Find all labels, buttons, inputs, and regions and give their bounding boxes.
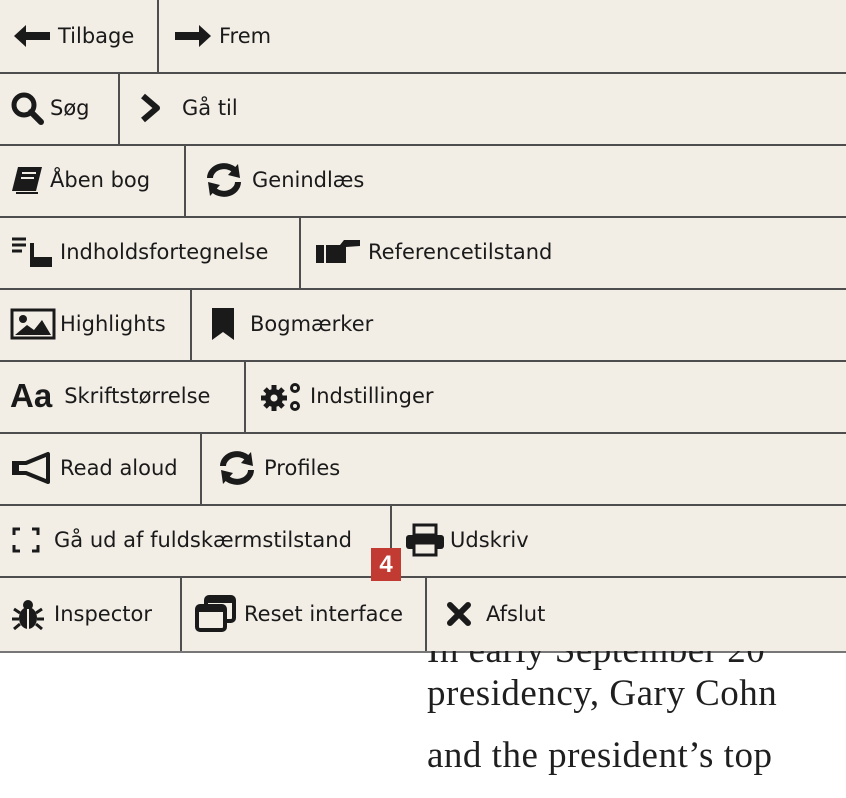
menu-row-search: Søg Gå til bbox=[0, 72, 846, 146]
inspector-label: Inspector bbox=[54, 601, 152, 626]
divider bbox=[425, 576, 427, 651]
hint-badge: 4 bbox=[371, 548, 401, 581]
close-icon bbox=[446, 601, 472, 627]
book-text-line: In early September 20 bbox=[427, 651, 765, 672]
read-aloud-button[interactable]: Read aloud bbox=[10, 432, 178, 504]
goto-button[interactable]: Gå til bbox=[140, 72, 238, 144]
compress-icon bbox=[12, 527, 40, 553]
forward-label: Frem bbox=[219, 24, 272, 48]
print-label: Udskriv bbox=[450, 528, 529, 552]
search-label: Søg bbox=[50, 96, 90, 120]
font-size-button[interactable]: Aa Skriftstørrelse bbox=[10, 360, 210, 432]
divider bbox=[190, 288, 192, 360]
quit-button[interactable]: Afslut bbox=[446, 576, 545, 651]
back-label: Tilbage bbox=[58, 24, 135, 48]
forward-button[interactable]: Frem bbox=[173, 0, 271, 72]
menu-row-font: Aa Skriftstørrelse Indstillinger bbox=[0, 360, 846, 434]
book-icon bbox=[10, 165, 44, 195]
divider bbox=[200, 432, 202, 504]
divider bbox=[180, 576, 182, 651]
bookmarks-button[interactable]: Bogmærker bbox=[210, 288, 373, 360]
print-button[interactable]: Udskriv bbox=[404, 504, 529, 576]
bookmark-icon bbox=[210, 306, 236, 342]
menu-row-navigation: Tilbage Frem bbox=[0, 0, 846, 74]
refresh-icon bbox=[214, 450, 260, 486]
printer-icon bbox=[404, 523, 446, 557]
reset-interface-button[interactable]: Reset interface bbox=[194, 576, 403, 651]
menu-row-book: Åben bog Genindlæs bbox=[0, 144, 846, 218]
pointing-hand-icon bbox=[314, 237, 362, 267]
toc-icon bbox=[10, 235, 56, 269]
divider bbox=[118, 72, 120, 144]
divider bbox=[244, 360, 246, 432]
highlights-button[interactable]: Highlights bbox=[10, 288, 166, 360]
chevron-right-icon bbox=[140, 93, 162, 123]
arrow-left-icon bbox=[12, 23, 52, 49]
bookmarks-label: Bogmærker bbox=[250, 312, 374, 336]
divider bbox=[184, 144, 186, 216]
font-size-icon: Aa bbox=[10, 377, 53, 414]
book-text-area: In early September 20 presidency, Gary C… bbox=[0, 651, 846, 798]
refresh-icon bbox=[202, 162, 246, 198]
search-icon bbox=[10, 91, 44, 125]
toc-label: Indholdsfortegnelse bbox=[60, 240, 269, 264]
goto-label: Gå til bbox=[182, 96, 238, 120]
open-book-label: Åben bog bbox=[50, 168, 151, 192]
reload-label: Genindlæs bbox=[252, 168, 365, 192]
exit-fullscreen-label: Gå ud af fuldskærmstilstand bbox=[54, 528, 352, 552]
reference-mode-button[interactable]: Referencetilstand bbox=[314, 216, 552, 288]
toc-button[interactable]: Indholdsfortegnelse bbox=[10, 216, 268, 288]
bug-icon bbox=[10, 597, 46, 631]
arrow-right-icon bbox=[173, 23, 213, 49]
book-text-line: presidency, Gary Cohn bbox=[427, 673, 778, 714]
font-size-label: Skriftstørrelse bbox=[64, 384, 211, 408]
divider bbox=[157, 0, 159, 72]
settings-label: Indstillinger bbox=[310, 384, 434, 408]
back-button[interactable]: Tilbage bbox=[12, 0, 134, 72]
windows-icon bbox=[194, 594, 238, 633]
book-text-line: and the president’s top bbox=[427, 735, 773, 776]
quit-label: Afslut bbox=[486, 601, 546, 626]
menu-row-view: Gå ud af fuldskærmstilstand Udskriv bbox=[0, 504, 846, 578]
megaphone-icon bbox=[10, 451, 56, 485]
search-button[interactable]: Søg bbox=[10, 72, 90, 144]
image-icon bbox=[10, 308, 56, 340]
viewer-controls-menu: Tilbage Frem Søg Gå til Åben bog Genindl… bbox=[0, 0, 846, 651]
divider bbox=[299, 216, 301, 288]
inspector-button[interactable]: Inspector bbox=[10, 576, 152, 651]
settings-button[interactable]: Indstillinger bbox=[258, 360, 434, 432]
profiles-label: Profiles bbox=[264, 456, 341, 480]
reload-button[interactable]: Genindlæs bbox=[202, 144, 364, 216]
menu-row-toc: Indholdsfortegnelse Referencetilstand bbox=[0, 216, 846, 290]
profiles-button[interactable]: Profiles bbox=[214, 432, 340, 504]
gears-icon bbox=[258, 378, 306, 414]
menu-row-highlights: Highlights Bogmærker bbox=[0, 288, 846, 362]
read-aloud-label: Read aloud bbox=[60, 456, 178, 480]
menu-row-audio: Read aloud Profiles bbox=[0, 432, 846, 506]
menu-row-tools: Inspector Reset interface Afslut bbox=[0, 576, 846, 651]
reset-interface-label: Reset interface bbox=[244, 601, 403, 626]
open-book-button[interactable]: Åben bog bbox=[10, 144, 150, 216]
reference-mode-label: Referencetilstand bbox=[368, 240, 553, 264]
exit-fullscreen-button[interactable]: Gå ud af fuldskærmstilstand bbox=[12, 504, 352, 576]
highlights-label: Highlights bbox=[60, 312, 166, 336]
